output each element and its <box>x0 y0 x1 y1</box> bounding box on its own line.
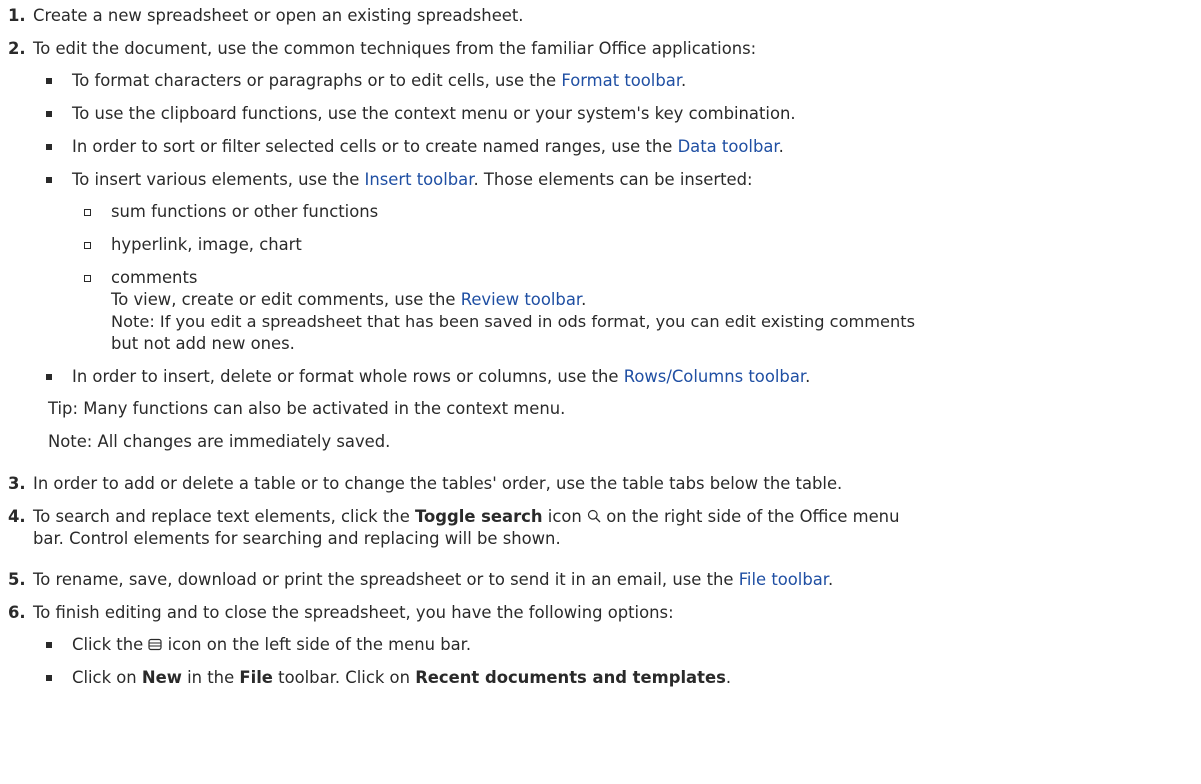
file-toolbar-link[interactable]: File toolbar <box>739 570 828 589</box>
help-document: 1. Create a new spreadsheet or open an e… <box>0 0 1201 784</box>
bullet-icon <box>46 78 52 84</box>
list-item: To use the clipboard functions, use the … <box>72 104 796 123</box>
bullet-icon <box>46 675 52 681</box>
sub-bullet-icon <box>84 209 91 216</box>
list-item: To format characters or paragraphs or to… <box>72 71 687 90</box>
step-number: 1. <box>8 6 26 25</box>
insert-toolbar-link[interactable]: Insert toolbar <box>365 170 474 189</box>
step-number: 3. <box>8 474 26 493</box>
bullet-icon <box>46 642 52 648</box>
list-item: Click on New in the File toolbar. Click … <box>72 668 732 687</box>
sub-list-note: To view, create or edit comments, use th… <box>111 290 587 309</box>
spreadsheet-icon <box>148 635 162 657</box>
format-toolbar-link[interactable]: Format toolbar <box>561 71 681 90</box>
search-icon <box>587 507 601 529</box>
list-item: In order to insert, delete or format who… <box>72 367 811 386</box>
step-text: To rename, save, download or print the s… <box>33 570 834 589</box>
sub-list-note: but not add new ones. <box>111 334 295 353</box>
sub-list-item: sum functions or other functions <box>111 202 379 221</box>
bullet-icon <box>46 144 52 150</box>
step-text-continued: bar. Control elements for searching and … <box>33 529 561 548</box>
step-text: To finish editing and to close the sprea… <box>33 603 674 622</box>
sub-list-note: Note: If you edit a spreadsheet that has… <box>111 312 916 331</box>
data-toolbar-link[interactable]: Data toolbar <box>678 137 779 156</box>
step-number: 4. <box>8 507 26 526</box>
note-text: Note: All changes are immediately saved. <box>48 432 391 451</box>
list-item: In order to sort or filter selected cell… <box>72 137 784 156</box>
sub-bullet-icon <box>84 275 91 282</box>
review-toolbar-link[interactable]: Review toolbar <box>461 290 581 309</box>
bullet-icon <box>46 177 52 183</box>
step-text: To edit the document, use the common tec… <box>33 39 757 58</box>
step-number: 5. <box>8 570 26 589</box>
sub-list-item: comments <box>111 268 198 287</box>
step-text: To search and replace text elements, cli… <box>33 506 899 529</box>
bullet-icon <box>46 374 52 380</box>
sub-list-item: hyperlink, image, chart <box>111 235 302 254</box>
step-text: Create a new spreadsheet or open an exis… <box>33 6 524 25</box>
rows-columns-toolbar-link[interactable]: Rows/Columns toolbar <box>624 367 805 386</box>
list-item: To insert various elements, use the Inse… <box>72 170 753 189</box>
step-number: 6. <box>8 603 26 622</box>
sub-bullet-icon <box>84 242 91 249</box>
list-item: Click the icon on the left side of the m… <box>72 634 471 657</box>
step-number: 2. <box>8 38 26 60</box>
tip-text: Tip: Many functions can also be activate… <box>48 399 566 418</box>
step-text: In order to add or delete a table or to … <box>33 474 843 493</box>
bullet-icon <box>46 111 52 117</box>
